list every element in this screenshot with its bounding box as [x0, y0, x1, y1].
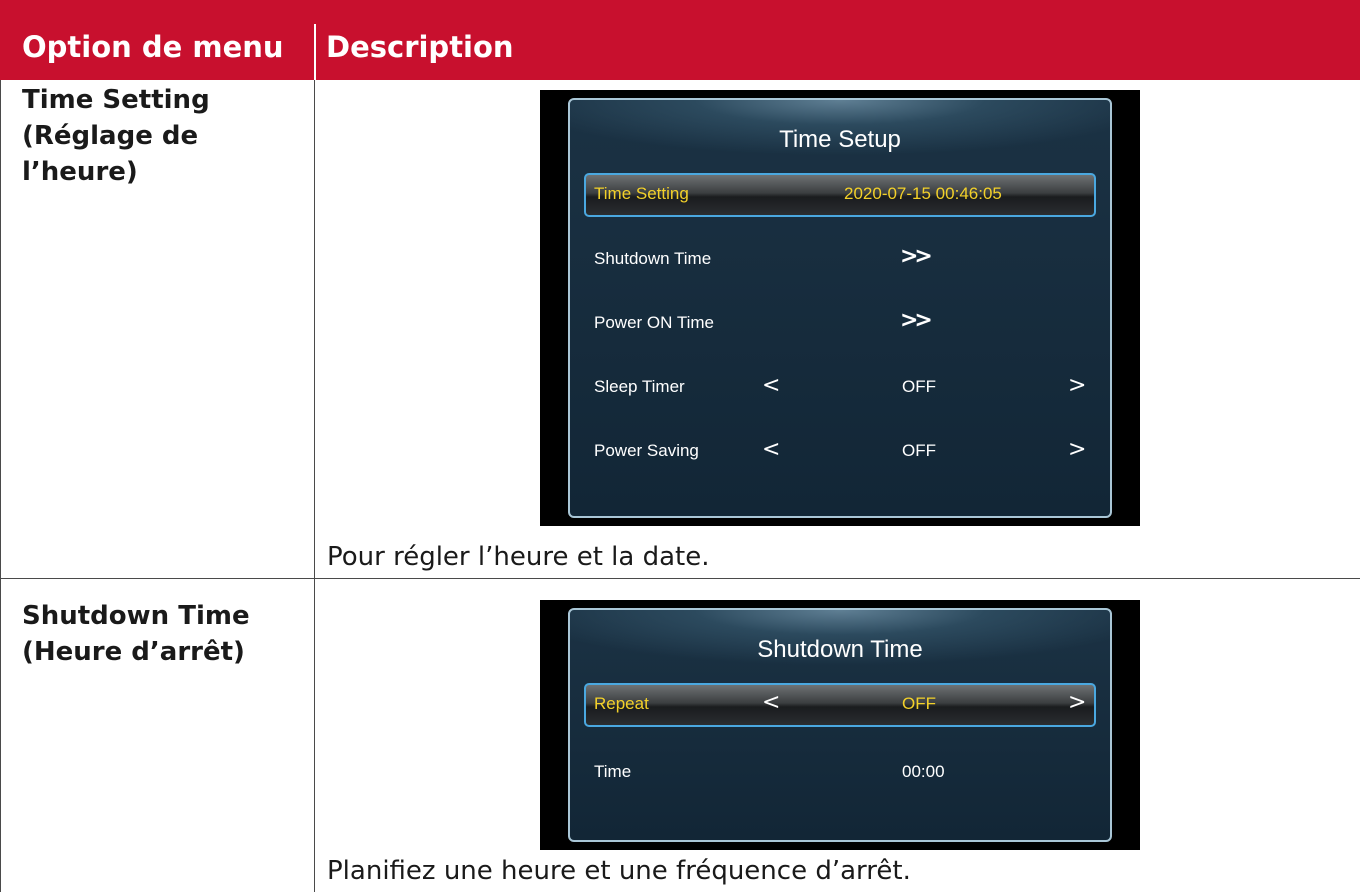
- osd-item-label-sleep-timer[interactable]: Sleep Timer: [594, 377, 685, 397]
- osd-selected-row: [584, 683, 1096, 727]
- osd-item-label-time-setting[interactable]: Time Setting: [594, 184, 689, 204]
- double-chevron-right-icon[interactable]: >>: [900, 246, 933, 268]
- row-label-line: (Heure d’arrêt): [22, 637, 245, 667]
- shutdown-time-screen: Shutdown Time Repeat < OFF > Time 00:00: [540, 600, 1140, 850]
- chevron-left-icon[interactable]: <: [762, 692, 780, 714]
- osd-item-label-shutdown-time[interactable]: Shutdown Time: [594, 249, 711, 269]
- osd-title: Shutdown Time: [757, 636, 923, 663]
- chevron-left-icon[interactable]: <: [762, 439, 780, 461]
- osd-item-label-repeat[interactable]: Repeat: [594, 694, 649, 714]
- table-column-divider: [314, 80, 315, 892]
- osd-item-value-sleep-timer: OFF: [902, 377, 936, 396]
- chevron-right-icon[interactable]: >: [1068, 375, 1086, 397]
- osd-item-value-time: 00:00: [902, 762, 945, 781]
- row-description-shutdown-time: Planifiez une heure et une fréquence d’a…: [327, 856, 911, 886]
- table-border-left: [0, 80, 1, 892]
- column-header-option: Option de menu: [22, 30, 284, 64]
- row-label-line: Shutdown Time: [22, 601, 250, 631]
- time-setup-screen: Time Setup Time Setting 2020-07-15 00:46…: [540, 90, 1140, 526]
- osd-item-label-time[interactable]: Time: [594, 762, 631, 782]
- row-description-time-setting: Pour régler l’heure et la date.: [327, 542, 710, 572]
- chevron-right-icon[interactable]: >: [1068, 439, 1086, 461]
- osd-title: Time Setup: [779, 126, 901, 153]
- row-label-line: l’heure): [22, 157, 138, 187]
- row-label-line: (Réglage de: [22, 121, 199, 151]
- osd-item-label-power-on-time[interactable]: Power ON Time: [594, 313, 714, 333]
- header-divider: [314, 24, 316, 80]
- osd-item-value-power-saving: OFF: [902, 441, 936, 460]
- osd-item-value-repeat: OFF: [902, 694, 936, 713]
- chevron-right-icon[interactable]: >: [1068, 692, 1086, 714]
- table-row-divider: [0, 578, 1360, 579]
- double-chevron-right-icon[interactable]: >>: [900, 310, 933, 332]
- osd-item-label-power-saving[interactable]: Power Saving: [594, 441, 699, 461]
- osd-panel: Time Setup Time Setting 2020-07-15 00:46…: [568, 98, 1112, 518]
- osd-panel: Shutdown Time Repeat < OFF > Time 00:00: [568, 608, 1112, 842]
- row-label-shutdown-time: Shutdown Time (Heure d’arrêt): [22, 598, 302, 670]
- osd-item-value-time-setting: 2020-07-15 00:46:05: [844, 184, 1002, 203]
- chevron-left-icon[interactable]: <: [762, 375, 780, 397]
- row-label-line: Time Setting: [22, 85, 210, 115]
- row-label-time-setting: Time Setting (Réglage de l’heure): [22, 82, 302, 190]
- table-header: Option de menu Description: [0, 0, 1360, 80]
- column-header-description: Description: [326, 30, 514, 64]
